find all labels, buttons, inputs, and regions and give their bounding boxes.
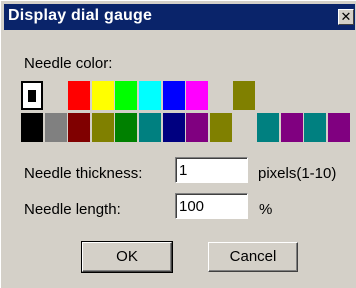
color-swatch-r1-c9[interactable] (210, 81, 232, 110)
color-swatch-r1-c3[interactable] (68, 81, 90, 110)
length-unit-label: % (259, 201, 273, 218)
color-swatch-r2-c10[interactable] (233, 113, 255, 142)
color-palette (21, 81, 352, 143)
needle-color-label: Needle color: (24, 55, 113, 72)
dialog-title: Display dial gauge (8, 7, 153, 24)
color-swatch-r2-c11[interactable] (257, 113, 279, 142)
color-swatch-r2-c4[interactable] (92, 113, 114, 142)
needle-length-input[interactable] (175, 193, 248, 219)
color-swatch-r2-c3[interactable] (68, 113, 90, 142)
color-swatch-r2-c5[interactable] (115, 113, 137, 142)
color-swatch-r1-c14[interactable] (328, 81, 350, 110)
ok-button[interactable]: OK (81, 241, 173, 273)
color-swatch-r1-c5[interactable] (115, 81, 137, 110)
color-swatch-r2-c1[interactable] (21, 113, 43, 142)
color-swatch-r1-c1[interactable] (21, 81, 43, 110)
color-swatch-r2-c2[interactable] (45, 113, 67, 142)
color-swatch-r1-c6[interactable] (139, 81, 161, 110)
title-bar: Display dial gauge ✕ (4, 4, 355, 30)
color-swatch-r1-c2[interactable] (45, 81, 67, 110)
color-swatch-r2-c12[interactable] (281, 113, 303, 142)
needle-thickness-label: Needle thickness: (24, 165, 143, 182)
color-swatch-r1-c11[interactable] (257, 81, 279, 110)
dial-gauge-dialog: Display dial gauge ✕ Needle color: Needl… (0, 0, 356, 288)
needle-thickness-input[interactable] (175, 157, 248, 183)
color-swatch-r2-c9[interactable] (210, 113, 232, 142)
color-swatch-r1-c12[interactable] (281, 81, 303, 110)
color-swatch-r1-c7[interactable] (163, 81, 185, 110)
selected-color-indicator (28, 90, 36, 102)
color-swatch-r2-c8[interactable] (186, 113, 208, 142)
color-swatch-r2-c14[interactable] (328, 113, 350, 142)
color-swatch-r1-c13[interactable] (304, 81, 326, 110)
color-swatch-r2-c13[interactable] (304, 113, 326, 142)
color-swatch-r2-c7[interactable] (163, 113, 185, 142)
color-swatch-r1-c10[interactable] (233, 81, 255, 110)
cancel-button[interactable]: Cancel (208, 242, 298, 272)
color-swatch-r1-c8[interactable] (186, 81, 208, 110)
color-swatch-r2-c6[interactable] (139, 113, 161, 142)
needle-length-label: Needle length: (24, 201, 121, 218)
color-swatch-r1-c4[interactable] (92, 81, 114, 110)
thickness-unit-label: pixels(1-10) (258, 165, 337, 182)
close-icon[interactable]: ✕ (338, 9, 354, 25)
